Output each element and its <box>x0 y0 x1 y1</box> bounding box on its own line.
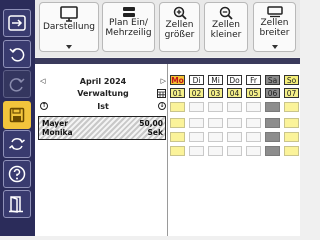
plan-cell[interactable] <box>227 146 242 156</box>
plan-toggle-button[interactable]: Plan Ein/ Mehrzeilig <box>102 2 155 52</box>
employee-role: Sek <box>147 128 163 137</box>
redo-icon <box>9 78 25 92</box>
redo-button[interactable] <box>3 70 31 98</box>
zellen-breiter-label: Zellen breiter <box>259 18 290 38</box>
date-cell[interactable]: 04 <box>227 88 242 98</box>
calendar-icon[interactable] <box>157 88 166 98</box>
plan-cell[interactable] <box>170 132 185 142</box>
door-exit-icon <box>9 196 23 213</box>
day-header-fr[interactable]: Fr <box>246 75 261 85</box>
zellen-breiter-button[interactable]: Zellen breiter <box>253 2 296 52</box>
date-cell[interactable]: 05 <box>246 88 261 98</box>
column-divider <box>167 64 168 236</box>
plan-cell[interactable] <box>265 102 280 112</box>
day-header-sa[interactable]: Sa <box>265 75 280 85</box>
exit-button[interactable] <box>3 190 31 218</box>
plan-cell[interactable] <box>170 102 185 112</box>
toolbar: Darstellung Plan Ein/ Mehrzeilig Zellen … <box>35 0 300 57</box>
rows-icon <box>122 7 135 17</box>
day-header-mo[interactable]: Mo <box>170 75 185 85</box>
date-cell[interactable]: 03 <box>208 88 223 98</box>
arrow-right-icon <box>8 15 26 31</box>
month-label: April 2024 <box>79 76 127 86</box>
darstellung-label: Darstellung <box>42 22 96 32</box>
month-nav: ◁ April 2024 ▷ <box>40 75 166 87</box>
zellen-kleiner-label: Zellen kleiner <box>210 20 242 40</box>
plan-cell[interactable] <box>227 132 242 142</box>
employee-line: Monika Sek <box>42 128 163 138</box>
plan-cell[interactable] <box>246 118 261 128</box>
plan-cell[interactable] <box>284 102 299 112</box>
help-button[interactable] <box>3 160 31 188</box>
plan-toggle-label: Plan Ein/ Mehrzeilig <box>105 18 152 38</box>
enter-button[interactable] <box>3 9 31 37</box>
day-header-so[interactable]: So <box>284 75 299 85</box>
ist-row: ↑ Ist ↓ <box>40 100 166 112</box>
darstellung-button[interactable]: Darstellung <box>39 2 99 52</box>
plan-cell[interactable] <box>189 102 204 112</box>
monitor-icon <box>60 6 78 22</box>
ist-label: Ist <box>97 101 109 111</box>
plan-cell[interactable] <box>284 118 299 128</box>
plan-cell[interactable] <box>170 146 185 156</box>
day-header-mi[interactable]: Mi <box>208 75 223 85</box>
date-cell[interactable]: 02 <box>189 88 204 98</box>
next-month-icon[interactable]: ▷ <box>161 77 166 85</box>
undo-button[interactable] <box>3 40 31 68</box>
plan-cell[interactable] <box>265 146 280 156</box>
plan-cell[interactable] <box>208 146 223 156</box>
plan-cell[interactable] <box>227 102 242 112</box>
plan-cell[interactable] <box>246 102 261 112</box>
sidebar <box>0 0 35 236</box>
down-arrow-icon[interactable]: ↓ <box>158 102 166 110</box>
plan-cell[interactable] <box>208 132 223 142</box>
plan-cell[interactable] <box>170 118 185 128</box>
plan-cell[interactable] <box>189 132 204 142</box>
plan-cell[interactable] <box>246 146 261 156</box>
date-cell[interactable]: 07 <box>284 88 299 98</box>
employee-card[interactable]: Mayer 50,00 Monika Sek <box>38 116 166 140</box>
zellen-kleiner-button[interactable]: Zellen kleiner <box>204 2 248 52</box>
plan-cell[interactable] <box>189 118 204 128</box>
plan-cell[interactable] <box>189 146 204 156</box>
day-header-do[interactable]: Do <box>227 75 242 85</box>
save-icon <box>9 107 25 123</box>
zellen-groesser-button[interactable]: Zellen größer <box>159 2 200 52</box>
department-row: Verwaltung <box>40 87 166 99</box>
employee-name: Monika <box>42 128 73 137</box>
plan-cell[interactable] <box>208 118 223 128</box>
zellen-groesser-label: Zellen größer <box>164 20 195 40</box>
plan-cell[interactable] <box>284 146 299 156</box>
help-icon <box>8 165 26 183</box>
plan-cell[interactable] <box>265 118 280 128</box>
plan-cell[interactable] <box>284 132 299 142</box>
widen-icon <box>266 6 283 18</box>
plan-cell[interactable] <box>208 102 223 112</box>
department-label: Verwaltung <box>77 88 129 98</box>
zoom-out-icon <box>219 6 233 20</box>
chevron-down-icon <box>271 45 278 49</box>
plan-cell[interactable] <box>227 118 242 128</box>
date-cell[interactable]: 06 <box>265 88 280 98</box>
chevron-down-icon <box>66 45 72 49</box>
zoom-in-icon <box>173 6 187 20</box>
undo-icon <box>9 48 25 62</box>
save-button[interactable] <box>3 101 31 129</box>
date-cell[interactable]: 01 <box>170 88 185 98</box>
day-header-di[interactable]: Di <box>189 75 204 85</box>
plan-cell[interactable] <box>246 132 261 142</box>
refresh-button[interactable] <box>3 130 31 158</box>
plan-cell[interactable] <box>265 132 280 142</box>
refresh-icon <box>9 138 25 150</box>
